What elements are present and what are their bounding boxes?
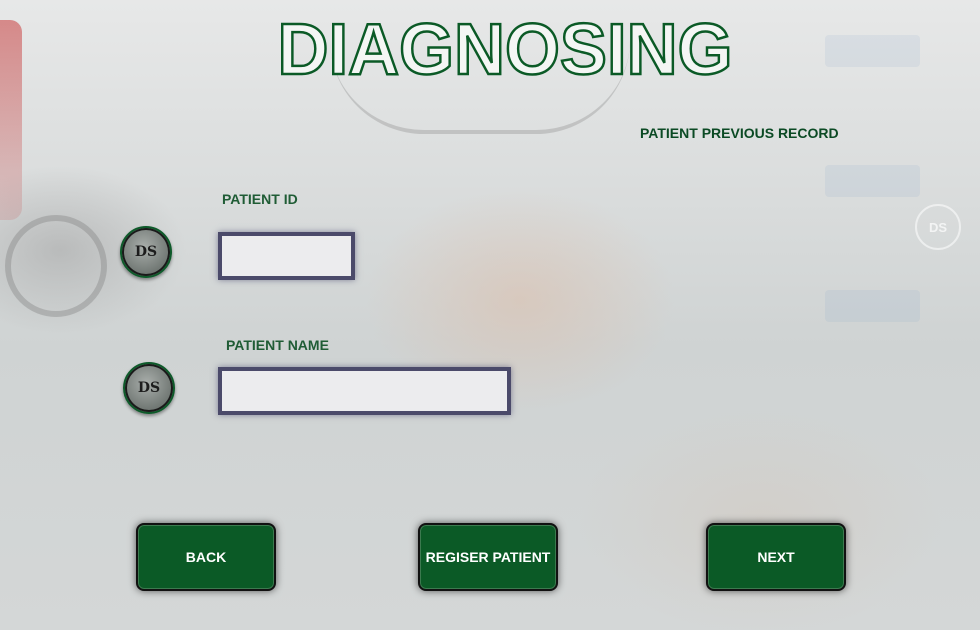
ds-logo-icon: DS	[120, 226, 172, 278]
background-decoration	[825, 290, 920, 322]
register-patient-button[interactable]: REGISER PATIENT	[418, 523, 558, 591]
watermark-text: DS	[928, 219, 948, 235]
page-title-text: DIAGNOSING	[278, 10, 733, 84]
page-title-graphic: DIAGNOSING	[276, 9, 734, 92]
patient-name-label: PATIENT NAME	[226, 337, 329, 353]
background-stethoscope	[5, 215, 107, 317]
patient-previous-record-link[interactable]: PATIENT PREVIOUS RECORD	[640, 125, 839, 141]
logo-text: DS	[137, 380, 161, 396]
patient-id-label: PATIENT ID	[222, 191, 298, 207]
page-title: DIAGNOSING	[270, 4, 740, 92]
ds-logo-icon: DS	[123, 362, 175, 414]
background-decoration	[0, 20, 22, 220]
next-button[interactable]: NEXT	[706, 523, 846, 591]
background-decoration	[825, 35, 920, 67]
ds-watermark-icon: DS	[915, 204, 961, 250]
patient-id-input[interactable]	[218, 232, 355, 280]
back-button[interactable]: BACK	[136, 523, 276, 591]
patient-name-input[interactable]	[218, 367, 511, 415]
background-decoration	[825, 165, 920, 197]
logo-text: DS	[134, 244, 158, 260]
